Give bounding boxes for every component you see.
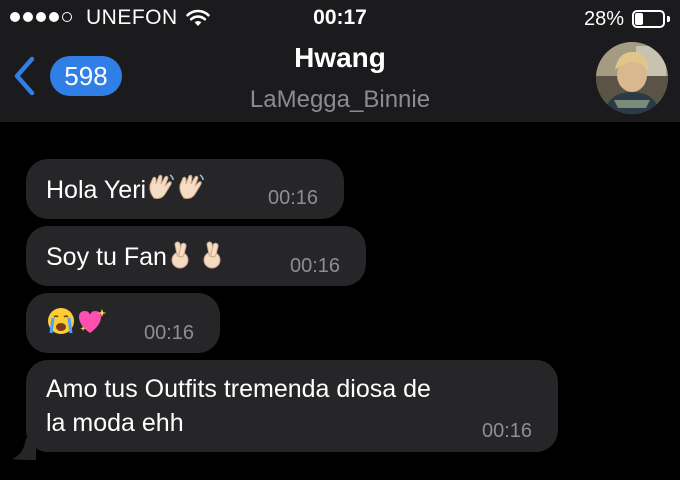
message-bubble[interactable]: 00:16 (26, 293, 220, 353)
message-bubble[interactable]: Amo tus Outfits tremenda diosa de la mod… (26, 360, 558, 452)
message-time: 00:16 (290, 255, 341, 277)
crying-face-icon (46, 306, 76, 345)
message-list[interactable]: Hola Yeri 00:16 Soy tu Fan 00:16 00:16 A… (0, 122, 680, 480)
sparkling-heart-icon (76, 306, 108, 345)
message-text: Hola Yeri (46, 172, 206, 211)
battery-percent: 28% (583, 8, 624, 30)
status-bar: UNEFON 00:17 28% (0, 0, 680, 36)
waving-hand-icon (176, 172, 206, 211)
message-text-line: Amo tus Outfits tremenda diosa de (46, 375, 431, 403)
crossed-fingers-icon (167, 239, 195, 278)
crossed-fingers-icon (199, 239, 227, 278)
message-bubble[interactable]: Soy tu Fan 00:16 (26, 226, 366, 286)
waving-hand-icon (146, 172, 176, 211)
battery-fill (635, 13, 643, 25)
chat-username: LaMegga_Binnie (249, 86, 431, 113)
message-text-line: la moda ehh (46, 409, 184, 437)
avatar-image (596, 42, 668, 114)
message-text: Soy tu Fan (46, 239, 227, 278)
message-time: 00:16 (144, 322, 195, 344)
message-text (46, 306, 108, 345)
avatar[interactable] (596, 42, 668, 114)
chat-header: 598 Hwang LaMegga_Binnie (0, 36, 680, 122)
chat-title[interactable]: Hwang (0, 42, 680, 74)
message-time: 00:16 (268, 187, 319, 209)
message-time: 00:16 (482, 420, 533, 442)
bubble-tail (12, 438, 36, 460)
status-time: 00:17 (313, 6, 367, 29)
battery-icon (632, 10, 670, 28)
message-bubble[interactable]: Hola Yeri 00:16 (26, 159, 344, 219)
